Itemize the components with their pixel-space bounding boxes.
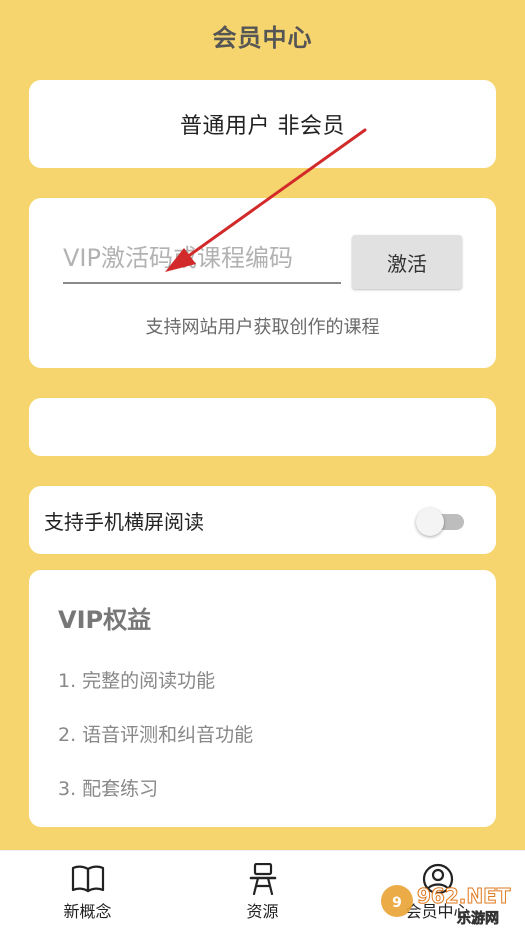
user-status-text: 普通用户 非会员 — [180, 114, 345, 139]
nav-item-resources[interactable]: 资源 — [193, 862, 333, 922]
nav-label: 资源 — [246, 902, 279, 921]
landscape-label: 支持手机横屏阅读 — [44, 509, 204, 534]
desk-icon — [246, 862, 280, 896]
activation-card: 激活 支持网站用户获取创作的课程 — [29, 198, 496, 368]
nav-item-new-concept[interactable]: 新概念 — [18, 862, 158, 922]
vip-benefit-item: 2. 语音评测和纠音功能 — [58, 724, 254, 746]
activation-hint: 支持网站用户获取创作的课程 — [145, 317, 380, 338]
landscape-toggle[interactable] — [416, 505, 466, 536]
bottom-nav: 新概念 资源 会员中心 — [0, 850, 525, 933]
user-icon — [421, 862, 455, 896]
vip-title: VIP权益 — [58, 606, 152, 634]
vip-benefits-card: VIP权益 1. 完整的阅读功能 2. 语音评测和纠音功能 3. 配套练习 — [29, 570, 496, 827]
nav-label: 会员中心 — [405, 902, 470, 921]
user-status-card: 普通用户 非会员 — [29, 80, 496, 168]
book-icon — [71, 862, 105, 896]
landscape-setting-card: 支持手机横屏阅读 — [29, 486, 496, 554]
app-header: 会员中心 — [0, 0, 525, 70]
toggle-knob — [416, 508, 444, 536]
vip-benefit-item: 3. 配套练习 — [58, 778, 159, 800]
nav-item-member-center[interactable]: 会员中心 — [368, 862, 508, 922]
page-title: 会员中心 — [212, 23, 313, 52]
activation-input-wrapper — [63, 236, 341, 284]
vip-benefit-item: 1. 完整的阅读功能 — [58, 670, 216, 692]
nav-label: 新概念 — [63, 902, 112, 921]
empty-card — [29, 398, 496, 456]
activate-button[interactable]: 激活 — [352, 235, 462, 289]
activation-code-input[interactable] — [63, 236, 341, 280]
